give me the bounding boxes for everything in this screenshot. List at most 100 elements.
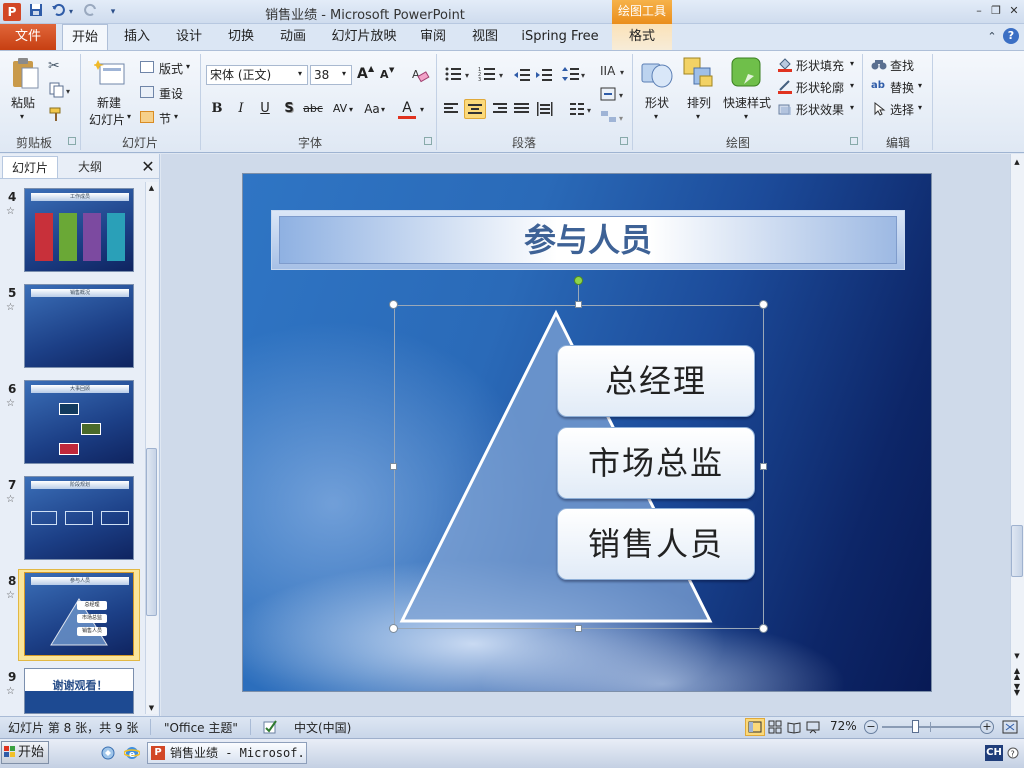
previous-slide-icon[interactable]: ▲ ▲ — [1012, 667, 1022, 681]
select-dropdown-icon[interactable]: ▾ — [918, 103, 922, 112]
shapes-dropdown-icon[interactable]: ▾ — [654, 112, 658, 121]
new-slide-icon[interactable] — [92, 58, 128, 88]
panel-tab-slides[interactable]: 幻灯片 — [2, 156, 58, 178]
tab-transitions[interactable]: 切换 — [220, 24, 262, 50]
thumbnail-scroll-thumb[interactable] — [146, 448, 157, 616]
next-slide-icon[interactable]: ▼ ▼ — [1012, 683, 1022, 697]
slide-thumbnail-9[interactable]: 谢谢观看！ — [24, 668, 134, 714]
tab-review[interactable]: 审阅 — [412, 24, 454, 50]
fit-to-window-icon[interactable] — [1002, 720, 1018, 734]
change-case-dropdown-icon[interactable]: ▾ — [381, 105, 385, 114]
panel-close-icon[interactable]: ✕ — [138, 157, 158, 177]
reset-icon[interactable] — [140, 86, 154, 98]
layout-button[interactable]: 版式 — [159, 60, 183, 77]
language-status[interactable]: 中文(中国) — [294, 719, 351, 736]
new-slide-button-line1[interactable]: 新建 — [97, 94, 121, 111]
slide-sorter-icon[interactable] — [768, 720, 782, 734]
resize-handle-left[interactable] — [390, 463, 397, 470]
resize-handle-bottom-left[interactable] — [389, 624, 398, 633]
copy-icon[interactable]: ▾ — [48, 82, 72, 100]
slide-canvas[interactable]: 参与人员 总经理 市场总监 销售人员 — [242, 173, 932, 692]
resize-handle-right[interactable] — [760, 463, 767, 470]
input-method-indicator[interactable]: CH — [985, 745, 1003, 761]
section-button[interactable]: 节 — [159, 110, 171, 127]
scroll-up-icon[interactable]: ▲ — [147, 184, 156, 193]
zoom-in-icon[interactable]: + — [980, 720, 994, 734]
tab-insert[interactable]: 插入 — [116, 24, 158, 50]
paste-dropdown-icon[interactable]: ▾ — [20, 112, 24, 121]
resize-handle-top-left[interactable] — [389, 300, 398, 309]
convert-to-smartart-icon[interactable]: ▾ — [600, 109, 628, 127]
arrange-icon[interactable] — [682, 56, 716, 90]
shape-fill-icon[interactable] — [778, 58, 792, 72]
slide-thumbnail-4[interactable]: 工作成员 — [24, 188, 134, 272]
scroll-up-icon[interactable]: ▲ — [1012, 158, 1022, 168]
layout-dropdown-icon[interactable]: ▾ — [186, 62, 190, 71]
tab-design[interactable]: 设计 — [168, 24, 210, 50]
resize-handle-bottom-right[interactable] — [759, 624, 768, 633]
slide-thumbnail-5[interactable]: 销售概况 — [24, 284, 134, 368]
zoom-out-icon[interactable]: − — [864, 720, 878, 734]
shrink-font-button[interactable]: A — [380, 68, 389, 81]
replace-button[interactable]: 替换 — [890, 79, 914, 96]
minimize-ribbon-icon[interactable]: ⌃ — [985, 30, 999, 44]
close-icon[interactable]: ✕ — [1006, 3, 1022, 19]
shape-effects-dropdown-icon[interactable]: ▾ — [850, 103, 854, 112]
decrease-indent-icon[interactable] — [514, 68, 530, 82]
numbering-icon[interactable]: 1 2 3 ▾ — [478, 66, 508, 84]
shape-outline-icon[interactable] — [778, 80, 792, 94]
font-color-button[interactable]: A — [398, 99, 416, 119]
quick-styles-icon[interactable] — [730, 56, 764, 90]
format-painter-icon[interactable] — [48, 106, 66, 124]
quick-styles-button[interactable]: 快速样式 — [723, 94, 771, 111]
paste-button[interactable]: 粘贴 — [11, 94, 35, 111]
tab-view[interactable]: 视图 — [464, 24, 506, 50]
shape-outline-button[interactable]: 形状轮廓 — [796, 79, 844, 96]
taskbar-powerpoint-item[interactable]: 销售业绩 - Microsof... — [147, 742, 307, 764]
bullets-icon[interactable]: ▾ — [444, 66, 474, 84]
theme-status[interactable]: "Office 主题" — [164, 719, 238, 736]
scroll-down-icon[interactable]: ▼ — [147, 704, 156, 713]
paragraph-launcher-icon[interactable] — [620, 137, 628, 145]
font-launcher-icon[interactable] — [424, 137, 432, 145]
align-right-icon[interactable] — [491, 102, 507, 116]
panel-tab-outline[interactable]: 大纲 — [62, 156, 118, 178]
section-icon[interactable] — [140, 111, 154, 123]
rotation-handle[interactable] — [574, 276, 583, 285]
character-spacing-dropdown-icon[interactable]: ▾ — [349, 105, 353, 114]
shapes-icon[interactable] — [640, 56, 674, 90]
slide-thumbnail-6[interactable]: 大事回顾 — [24, 380, 134, 464]
section-dropdown-icon[interactable]: ▾ — [174, 112, 178, 121]
bold-button[interactable]: B — [206, 98, 228, 120]
grow-font-button[interactable]: A — [357, 66, 368, 82]
zoom-slider-track[interactable] — [882, 726, 980, 728]
italic-button[interactable]: I — [230, 98, 252, 120]
resize-handle-top-right[interactable] — [759, 300, 768, 309]
reset-button[interactable]: 重设 — [159, 85, 183, 102]
input-method-help-icon[interactable]: ? — [1007, 747, 1019, 759]
align-left-icon[interactable] — [444, 102, 460, 116]
help-icon[interactable]: ? — [1003, 28, 1019, 44]
shape-fill-button[interactable]: 形状填充 — [796, 57, 844, 74]
font-name-field[interactable]: 宋体 (正文) — [206, 65, 308, 85]
slide-thumbnail-7[interactable]: 阶段规划 — [24, 476, 134, 560]
zoom-slider-thumb[interactable] — [911, 720, 919, 733]
new-slide-dropdown-icon[interactable]: ▾ — [127, 112, 131, 121]
tab-file[interactable]: 文件 — [0, 24, 56, 50]
text-direction-icon[interactable]: IIA ▾ — [600, 62, 628, 82]
tab-home[interactable]: 开始 — [62, 24, 108, 50]
resize-handle-bottom[interactable] — [575, 625, 582, 632]
tab-slideshow[interactable]: 幻灯片放映 — [326, 24, 402, 50]
tab-animations[interactable]: 动画 — [272, 24, 314, 50]
arrange-dropdown-icon[interactable]: ▾ — [696, 112, 700, 121]
slide-thumbnail-8[interactable]: 参与人员 总经理 市场总监 销售人员 — [24, 572, 134, 656]
slide-title[interactable]: 参与人员 — [279, 216, 897, 264]
reading-view-icon[interactable] — [787, 720, 801, 734]
zoom-percentage[interactable]: 72% — [830, 719, 857, 733]
resize-handle-top[interactable] — [575, 301, 582, 308]
increase-indent-icon[interactable] — [536, 68, 552, 82]
line-spacing-icon[interactable]: ▾ — [562, 66, 588, 84]
align-text-icon[interactable]: ▾ — [600, 86, 628, 104]
align-center-button[interactable] — [464, 99, 486, 119]
justify-icon[interactable] — [514, 102, 530, 116]
